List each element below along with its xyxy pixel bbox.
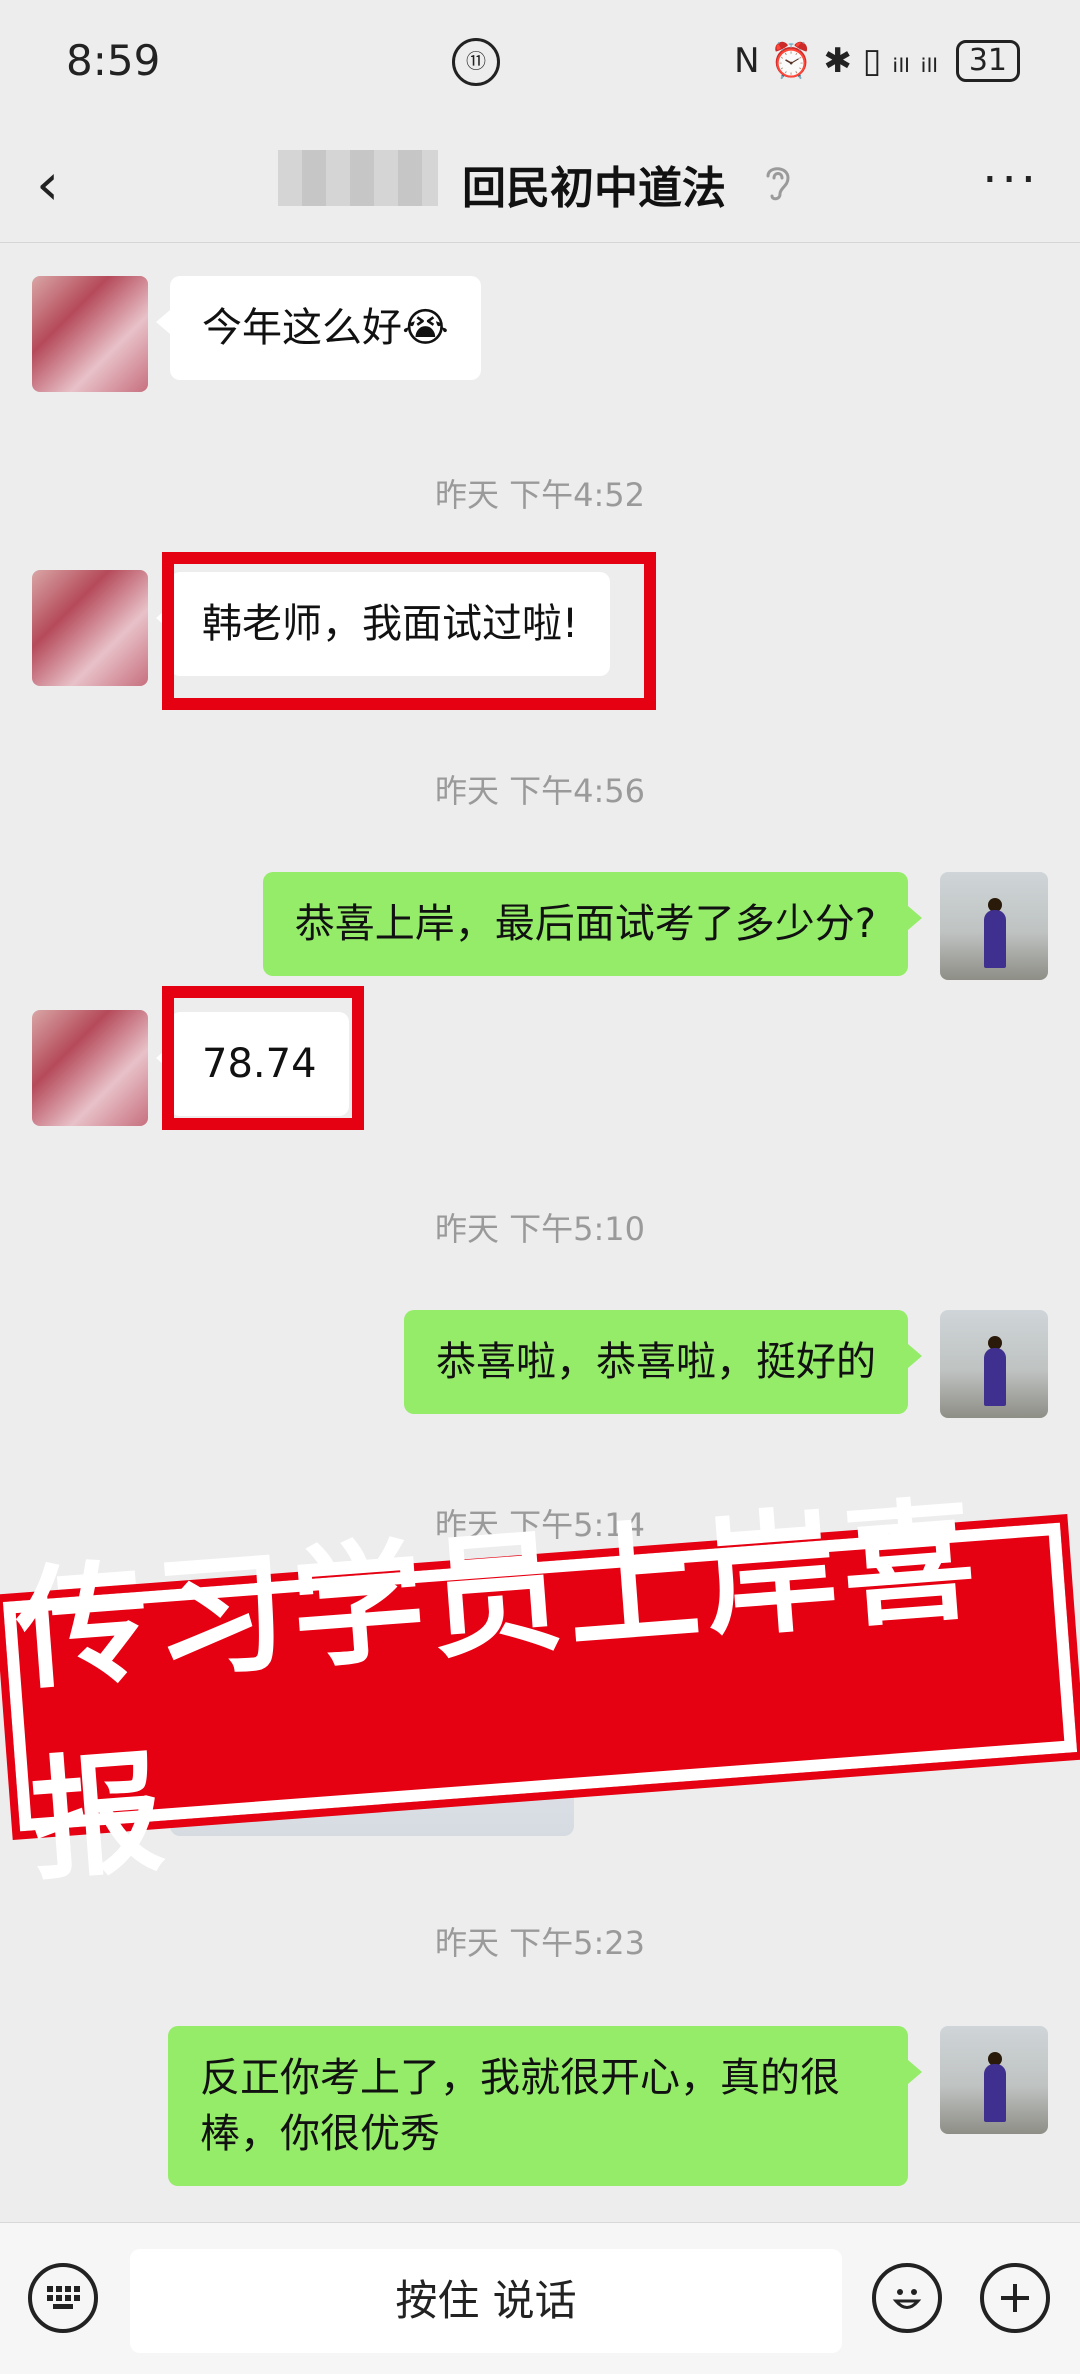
- chat-header: ‹ 回民初中道法 ···: [0, 120, 1080, 243]
- plus-icon[interactable]: [980, 2263, 1050, 2333]
- more-options-icon[interactable]: ···: [982, 152, 1040, 208]
- overlay-banner: 传习学员上岸喜报: [0, 1482, 1080, 1900]
- chat-title[interactable]: 回民初中道法: [462, 152, 726, 216]
- status-bar: 8:59 ⑪ N ⏰ ✱ ▯ ᵢₗₗ ᵢₗₗ 31: [0, 0, 1080, 120]
- blurred-contact-prefix: [278, 150, 438, 206]
- my-avatar[interactable]: [940, 2026, 1048, 2134]
- timestamp: 昨天 下午4:56: [434, 772, 646, 810]
- status-center-icon: ⑪: [452, 38, 500, 86]
- battery-icon: 31: [955, 40, 1020, 82]
- my-avatar[interactable]: [940, 872, 1048, 980]
- contact-avatar[interactable]: [32, 570, 148, 686]
- overlay-banner-text: 传习学员上岸喜报: [11, 1482, 987, 1900]
- highlight-box: [162, 552, 656, 710]
- ear-icon: [760, 160, 796, 213]
- timestamp: 昨天 下午5:23: [434, 1924, 646, 1962]
- timestamp: 昨天 下午4:52: [434, 476, 646, 514]
- message-bubble[interactable]: 恭喜上岸，最后面试考了多少分?: [262, 872, 923, 976]
- my-avatar[interactable]: [940, 1310, 1048, 1418]
- keyboard-icon[interactable]: [28, 2263, 98, 2333]
- timestamp: 昨天 下午5:10: [434, 1210, 646, 1248]
- back-icon[interactable]: ‹: [36, 150, 59, 218]
- hold-to-talk-button[interactable]: 按住 说话: [130, 2249, 842, 2353]
- message-bubble[interactable]: 恭喜啦，恭喜啦，挺好的: [404, 1310, 922, 1414]
- message-bubble[interactable]: 反正你考上了，我就很开心，真的很棒，你很优秀: [168, 2026, 922, 2186]
- status-icons: N ⏰ ✱ ▯ ᵢₗₗ ᵢₗₗ 31: [734, 40, 1020, 82]
- status-time: 8:59: [66, 36, 161, 85]
- message-bubble[interactable]: 今年这么好😭: [156, 276, 481, 380]
- status-right-icons: N ⏰ ✱ ▯ ᵢₗₗ ᵢₗₗ: [734, 41, 938, 81]
- contact-avatar[interactable]: [32, 1010, 148, 1126]
- contact-avatar[interactable]: [32, 276, 148, 392]
- input-bar: 按住 说话: [0, 2222, 1080, 2374]
- highlight-box: [162, 986, 364, 1130]
- emoji-icon[interactable]: [872, 2263, 942, 2333]
